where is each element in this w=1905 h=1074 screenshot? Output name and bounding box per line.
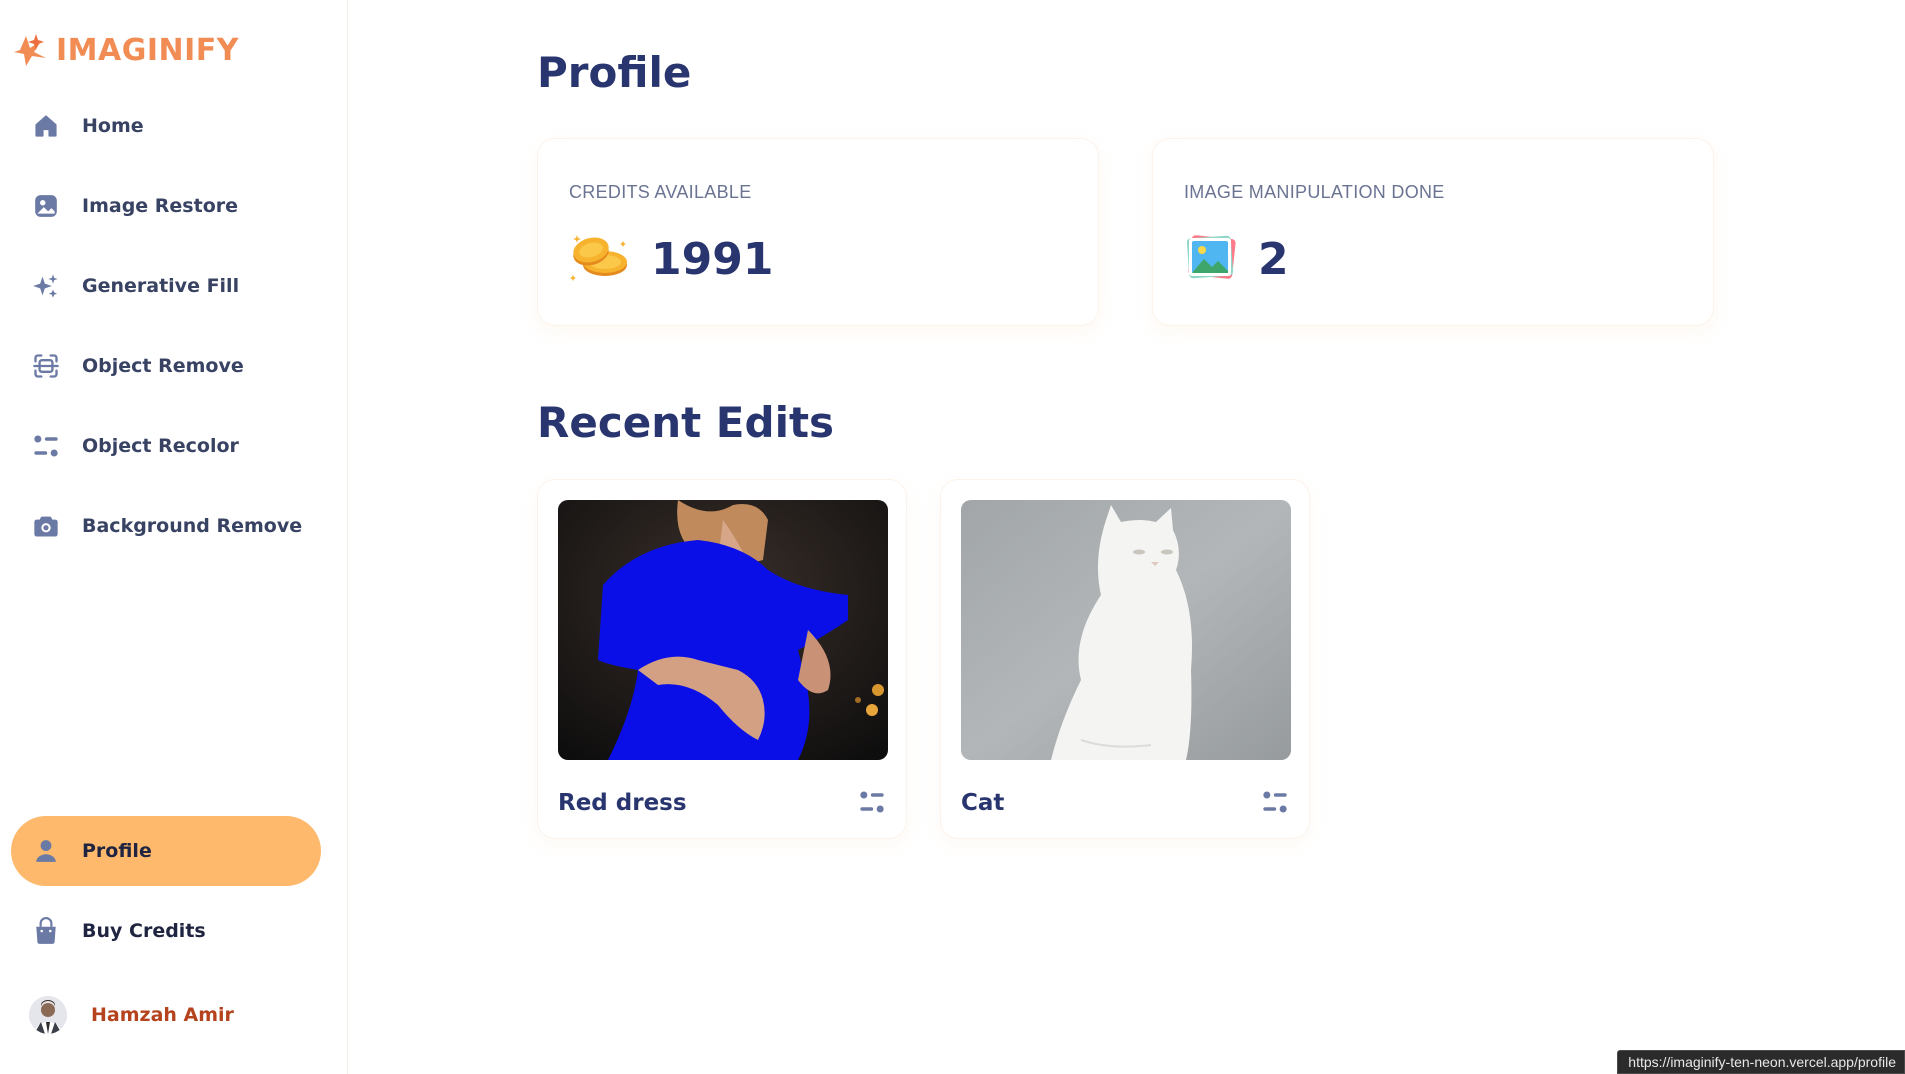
bottom-nav: Profile Buy Credits bbox=[11, 816, 321, 976]
edit-thumbnail[interactable] bbox=[558, 500, 888, 760]
sidebar-item-image-restore[interactable]: Image Restore bbox=[11, 171, 321, 241]
logo-text: IMAGINIFY bbox=[56, 32, 240, 68]
logo-icon bbox=[14, 34, 46, 66]
credits-value: 1991 bbox=[651, 234, 774, 285]
credits-label: CREDITS AVAILABLE bbox=[569, 182, 752, 202]
sidebar-item-label: Generative Fill bbox=[82, 275, 240, 297]
photo-icon bbox=[1182, 231, 1238, 288]
sidebar-item-object-remove[interactable]: Object Remove bbox=[11, 331, 321, 401]
manipulations-card: IMAGE MANIPULATION DONE 2 bbox=[1152, 138, 1714, 326]
status-bar-url: https://imaginify-ten-neon.vercel.app/pr… bbox=[1617, 1050, 1905, 1074]
page-title: Profile bbox=[537, 48, 692, 97]
sidebar-item-label: Home bbox=[82, 115, 144, 137]
sidebar-item-background-remove[interactable]: Background Remove bbox=[11, 491, 321, 561]
camera-icon bbox=[31, 511, 61, 541]
sidebar-item-label: Background Remove bbox=[82, 515, 303, 537]
scan-icon bbox=[31, 351, 61, 381]
sidebar-item-label: Profile bbox=[82, 840, 152, 862]
edit-title: Cat bbox=[961, 790, 1005, 816]
sidebar-item-label: Object Remove bbox=[82, 355, 244, 377]
recent-edit-card[interactable]: Cat bbox=[940, 479, 1310, 839]
coins-icon bbox=[567, 231, 631, 288]
avatar[interactable] bbox=[29, 996, 67, 1034]
user-menu[interactable]: Hamzah Amir bbox=[29, 996, 234, 1034]
sidebar-item-profile[interactable]: Profile bbox=[11, 816, 321, 886]
manipulations-label: IMAGE MANIPULATION DONE bbox=[1184, 182, 1445, 202]
filter-icon[interactable] bbox=[1261, 788, 1289, 816]
logo[interactable]: IMAGINIFY bbox=[12, 30, 239, 70]
filter-icon bbox=[31, 431, 61, 461]
sidebar-item-buy-credits[interactable]: Buy Credits bbox=[11, 896, 321, 966]
sidebar-item-label: Object Recolor bbox=[82, 435, 239, 457]
image-icon bbox=[31, 191, 61, 221]
recent-edit-card[interactable]: Red dress bbox=[537, 479, 907, 839]
sidebar-item-home[interactable]: Home bbox=[11, 91, 321, 161]
recent-edits-title: Recent Edits bbox=[537, 398, 835, 447]
sidebar-item-label: Image Restore bbox=[82, 195, 239, 217]
sidebar: IMAGINIFY Home Image Restore Generative … bbox=[0, 0, 348, 1074]
credits-card: CREDITS AVAILABLE 1991 bbox=[537, 138, 1099, 326]
edit-title: Red dress bbox=[558, 790, 687, 816]
manipulations-value: 2 bbox=[1258, 234, 1289, 285]
stars-icon bbox=[31, 271, 61, 301]
user-name: Hamzah Amir bbox=[91, 1004, 234, 1026]
profile-icon bbox=[31, 836, 61, 866]
bag-icon bbox=[31, 916, 61, 946]
home-icon bbox=[31, 111, 61, 141]
main-nav: Home Image Restore Generative Fill Objec… bbox=[11, 91, 321, 571]
sidebar-item-label: Buy Credits bbox=[82, 920, 206, 942]
sidebar-item-generative-fill[interactable]: Generative Fill bbox=[11, 251, 321, 321]
edit-thumbnail[interactable] bbox=[961, 500, 1291, 760]
sidebar-item-object-recolor[interactable]: Object Recolor bbox=[11, 411, 321, 481]
filter-icon[interactable] bbox=[858, 788, 886, 816]
